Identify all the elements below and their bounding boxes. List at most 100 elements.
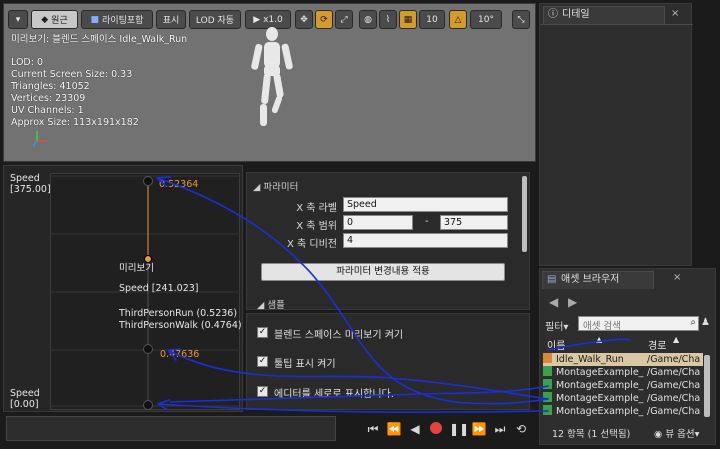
perspective-button[interactable]: ◆ 원근 — [31, 10, 78, 29]
preview-blendspace-label: 블렌드 스페이스 미리보기 켜기 — [274, 330, 404, 341]
anim-run-weight: ThirdPersonRun (0.5236) — [119, 308, 238, 319]
stat-vertices: Vertices: 23309 — [11, 93, 86, 104]
parameters-panel: ◢ 파라미터 X 축 라벨 Speed X 축 범위 0 - 375 X 축 디… — [246, 172, 530, 311]
cube-icon: ■ — [90, 14, 100, 25]
lod-button[interactable]: LOD 자동 — [189, 10, 241, 29]
timeline-bar[interactable] — [6, 416, 336, 441]
column-header-name[interactable]: 이름 — [547, 337, 565, 352]
details-panel: ⓘ 디테일 × — [539, 3, 693, 266]
x-axis-divisions-input[interactable]: 4 — [343, 233, 508, 248]
parameters-header[interactable]: ◢ 파라미터 — [253, 179, 298, 193]
mannequin-figure — [251, 27, 293, 126]
close-icon[interactable]: × — [671, 8, 679, 19]
show-button[interactable]: 표시 — [156, 10, 186, 29]
skip-to-end-icon[interactable]: ⏭ — [491, 420, 509, 438]
globe-icon: ◍ — [364, 14, 372, 25]
asset-count-status: 12 항목 (1 선택됨) — [552, 429, 631, 440]
grid-size-dropdown[interactable]: 10 — [419, 10, 445, 29]
column-header-path[interactable]: 경로 — [648, 337, 666, 352]
vertical-editor-checkbox[interactable]: ✓ — [257, 386, 268, 397]
x-axis-label-input[interactable]: Speed — [343, 197, 508, 212]
asset-search-input[interactable]: 애셋 검색 ⌕ — [578, 316, 699, 332]
lighting-button[interactable]: ■ 라이팅포함 — [81, 10, 153, 29]
angle-size-dropdown[interactable]: 10° — [470, 10, 502, 29]
grid-snap-button[interactable]: ▦ — [399, 10, 417, 29]
parameters-scrollbar[interactable] — [522, 176, 527, 252]
chevron-down-icon: ▾ — [694, 429, 700, 440]
angle-snap-button[interactable]: △ — [449, 10, 467, 29]
montage-file-icon — [543, 366, 552, 376]
stat-screen-size: Current Screen Size: 0.33 — [11, 69, 133, 80]
move-icon: ✥ — [300, 14, 308, 25]
play-reverse-icon[interactable]: ◀ — [406, 420, 424, 438]
user-icon[interactable]: ♟ — [701, 317, 710, 328]
surface-snap-button[interactable]: ⌇ — [379, 10, 397, 29]
list-item[interactable]: MontageExample_ /Game/Cha — [543, 379, 703, 392]
grid-icon: ▦ — [403, 14, 413, 25]
sort-icon: ▲ — [596, 335, 603, 344]
forward-arrow-icon[interactable]: ▶ — [568, 295, 577, 309]
rotate-tool-button[interactable]: ⟳ — [315, 10, 333, 29]
record-icon[interactable] — [427, 420, 445, 438]
collapse-arrow-icon: ◢ — [257, 300, 265, 311]
filter-dropdown[interactable]: 필터▾ — [545, 318, 568, 333]
anim-walk-weight: ThirdPersonWalk (0.4764) — [119, 320, 242, 331]
asset-browser-panel: ▤ 애셋 브라우저 × ◀ ▶ 필터▾ 애셋 검색 ⌕ ♟ 이름 ▲ 경로 ▲ … — [539, 268, 716, 445]
x-axis-label-label: X 축 라벨 — [296, 203, 337, 214]
list-item[interactable]: MontageExample_ /Game/Cha — [543, 392, 703, 405]
sample-point-idle[interactable] — [143, 400, 153, 410]
samples-header[interactable]: ◢ 샘플 — [257, 297, 285, 311]
view-options-button[interactable]: ◉ 뷰 옵션▾ — [654, 426, 699, 440]
skip-to-start-icon[interactable]: ⏮ — [364, 420, 382, 438]
viewport-menu-button[interactable]: ▾ — [8, 10, 28, 29]
options-panel: ✓ 블렌드 스페이스 미리보기 켜기 ✓ 툴팁 표시 켜기 ✓ 에디터를 세로로… — [246, 313, 530, 410]
scale-tool-button[interactable]: ⤢ — [335, 10, 353, 29]
browser-icon: ▤ — [547, 274, 557, 285]
preview-blendspace-checkbox[interactable]: ✓ — [257, 327, 268, 338]
x-axis-range-label: X 축 범위 — [296, 221, 337, 232]
tab-divider — [540, 24, 693, 25]
step-back-icon[interactable]: ⏪ — [385, 420, 403, 438]
list-item[interactable]: MontageExample_ /Game/Cha — [543, 405, 703, 418]
step-forward-icon[interactable]: ⏩ — [470, 420, 488, 438]
mid-sample-weight: 0.47636 — [160, 349, 200, 360]
y-axis-max-value: [375.00] — [10, 184, 51, 195]
stat-lod: LOD: 0 — [11, 57, 44, 68]
preview-viewport[interactable]: ▾ ◆ 원근 ■ 라이팅포함 표시 LOD 자동 ▶ x1.0 ✥ ⟳ ⤢ ◍ … — [3, 3, 536, 162]
eye-icon: ◉ — [654, 429, 663, 440]
angle-icon: △ — [454, 14, 462, 25]
maximize-icon: ⤡ — [517, 14, 525, 25]
range-separator: - — [425, 216, 429, 227]
list-item[interactable]: Idle_Walk_Run /Game/Cha — [543, 353, 703, 366]
y-axis-min-label: Speed — [10, 388, 40, 399]
search-icon: ⌕ — [690, 317, 696, 328]
list-item[interactable]: MontageExample_ /Game/Cha — [543, 366, 703, 379]
close-icon[interactable]: × — [673, 272, 681, 283]
info-icon: ⓘ — [548, 9, 558, 20]
blendspace-file-icon — [543, 353, 552, 363]
chevron-down-icon: ▾ — [563, 322, 569, 333]
sample-point-walk[interactable] — [143, 344, 153, 354]
preview-label: 미리보기 — [119, 263, 154, 274]
maximize-viewport-button[interactable]: ⤡ — [512, 10, 530, 29]
stat-triangles: Triangles: 41052 — [11, 81, 90, 92]
sample-point-run[interactable] — [143, 176, 153, 186]
x-axis-max-input[interactable]: 375 — [440, 215, 508, 230]
y-axis-max-label: Speed — [10, 173, 40, 184]
play-speed-icon: ▶ — [253, 14, 261, 25]
tab-asset-browser[interactable]: ▤ 애셋 브라우저 — [542, 271, 654, 289]
pause-icon[interactable]: ❚❚ — [449, 420, 469, 438]
asset-list-scrollbar[interactable] — [704, 355, 710, 417]
back-arrow-icon[interactable]: ◀ — [549, 295, 558, 309]
tab-details[interactable]: ⓘ 디테일 — [543, 6, 665, 24]
show-tooltip-checkbox[interactable]: ✓ — [257, 356, 268, 367]
montage-file-icon — [543, 392, 552, 402]
show-tooltip-label: 툴팁 표시 켜기 — [274, 359, 336, 370]
world-local-button[interactable]: ◍ — [359, 10, 377, 29]
scale-icon: ⤢ — [340, 14, 348, 25]
montage-file-icon — [543, 405, 552, 415]
x-axis-min-input[interactable]: 0 — [343, 215, 413, 230]
y-axis-min-value: [0.00] — [10, 399, 39, 410]
loop-icon[interactable]: ⟲ — [512, 420, 530, 438]
apply-parameters-button[interactable]: 파라미터 변경내용 적용 — [261, 263, 505, 281]
